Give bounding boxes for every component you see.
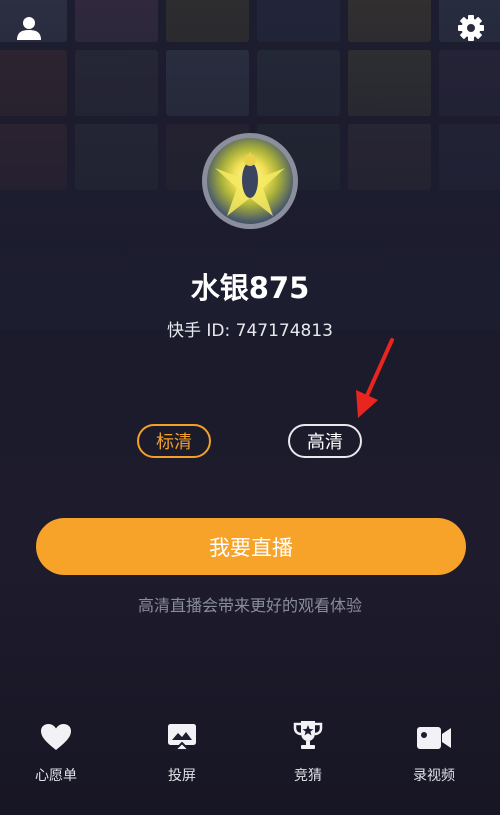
red-arrow-annotation bbox=[356, 338, 394, 418]
quality-sd-button[interactable]: 标清 bbox=[137, 424, 211, 458]
avatar-image bbox=[207, 138, 293, 224]
tab-record-video[interactable]: 录视频 bbox=[384, 713, 484, 785]
tab-label: 录视频 bbox=[413, 768, 455, 784]
video-camera-icon bbox=[417, 727, 451, 749]
gear-icon[interactable] bbox=[456, 13, 486, 43]
avatar[interactable] bbox=[202, 133, 298, 229]
profile-name: 水银875 bbox=[190, 271, 310, 305]
hd-hint-text: 高清直播会带来更好的观看体验 bbox=[137, 596, 362, 615]
cast-icon bbox=[168, 724, 196, 751]
tab-wishlist[interactable]: 心愿单 bbox=[6, 713, 106, 785]
start-live-button[interactable]: 我要直播 bbox=[36, 518, 466, 575]
tab-label: 心愿单 bbox=[35, 768, 77, 784]
tab-cast[interactable]: 投屏 bbox=[132, 713, 232, 785]
trophy-icon bbox=[293, 721, 323, 749]
heart-icon bbox=[41, 724, 71, 750]
tab-guess[interactable]: 竞猜 bbox=[258, 713, 358, 785]
tab-label: 投屏 bbox=[168, 768, 196, 784]
quality-hd-button[interactable]: 高清 bbox=[288, 424, 362, 458]
tab-label: 竞猜 bbox=[294, 768, 322, 784]
user-icon[interactable] bbox=[14, 13, 44, 43]
user-id-text: 快手 ID: 747174813 bbox=[167, 321, 333, 341]
bottom-toolbar: 心愿单 投屏 竞猜 录视频 bbox=[0, 713, 500, 803]
